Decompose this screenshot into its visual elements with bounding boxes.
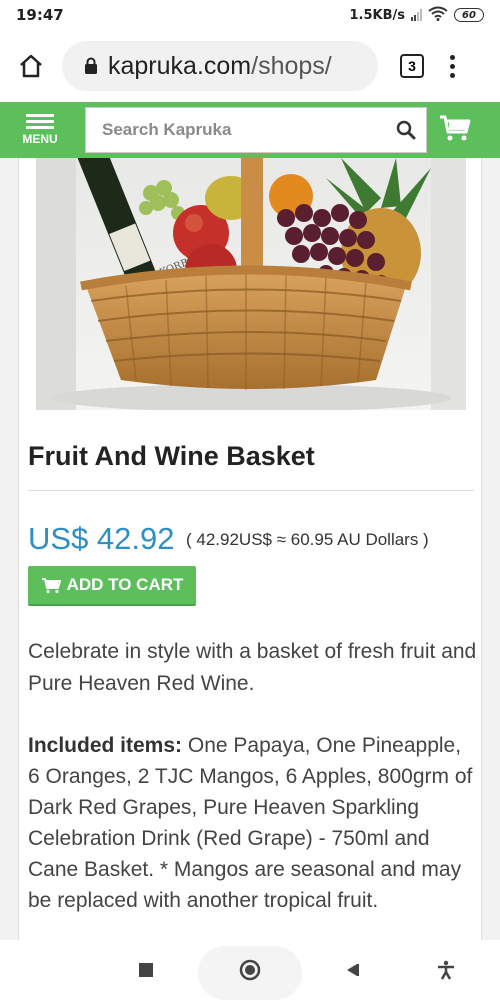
url-host: kapruka.com	[108, 51, 252, 80]
status-indicators: 1.5KB/s 60	[349, 6, 484, 25]
system-nav-bar	[0, 940, 500, 1000]
product-price: US$ 42.92	[28, 521, 175, 556]
search-input[interactable]	[102, 120, 396, 140]
tab-count: 3	[408, 58, 416, 74]
menu-icon	[26, 114, 54, 129]
cart-button[interactable]	[439, 114, 471, 147]
signal-icon	[411, 9, 422, 21]
back-icon[interactable]	[336, 940, 368, 1000]
included-items: Included items: One Papaya, One Pineappl…	[28, 730, 478, 916]
home-icon	[20, 54, 42, 78]
menu-button[interactable]: MENU	[0, 114, 80, 146]
add-to-cart-button[interactable]: ADD TO CART	[28, 566, 196, 606]
included-items-label: Included items:	[28, 734, 183, 757]
battery-icon: 60	[454, 8, 484, 22]
cart-icon	[41, 577, 61, 593]
more-options-icon[interactable]	[450, 54, 455, 78]
wifi-icon	[428, 6, 448, 25]
divider	[28, 490, 474, 491]
url-field[interactable]: kapruka.com/shops/	[62, 41, 378, 91]
network-speed: 1.5KB/s	[349, 7, 406, 23]
included-items-text: One Papaya, One Pineapple, 6 Oranges, 2 …	[28, 734, 473, 912]
home-button[interactable]	[0, 53, 62, 79]
price-conversion: ( 42.92US$ ≈ 60.95 AU Dollars )	[186, 530, 429, 549]
home-circle-icon[interactable]	[234, 940, 266, 1000]
url-path: /shops/	[251, 51, 332, 80]
status-time: 19:47	[16, 6, 64, 24]
accessibility-icon[interactable]	[430, 940, 462, 1000]
lock-icon	[85, 57, 97, 74]
product-card: KORBEL Fruit And Wine Basket US$ 42.92 (…	[18, 158, 482, 948]
product-image: KORBEL	[36, 158, 466, 410]
product-description: Celebrate in style with a basket of fres…	[28, 640, 477, 695]
url-text: kapruka.com/shops/	[108, 52, 332, 81]
browser-toolbar: kapruka.com/shops/ 3	[0, 30, 500, 102]
add-to-cart-label: ADD TO CART	[66, 575, 184, 594]
status-bar: 19:47 1.5KB/s 60	[0, 0, 500, 30]
menu-label: MENU	[22, 132, 58, 146]
search-icon[interactable]	[396, 120, 416, 140]
search-box	[85, 107, 427, 153]
recent-apps-icon[interactable]	[130, 940, 162, 1000]
product-title: Fruit And Wine Basket	[28, 441, 315, 471]
tabs-icon[interactable]: 3	[400, 54, 424, 78]
cart-icon	[440, 115, 471, 140]
site-header: MENU	[0, 102, 500, 158]
